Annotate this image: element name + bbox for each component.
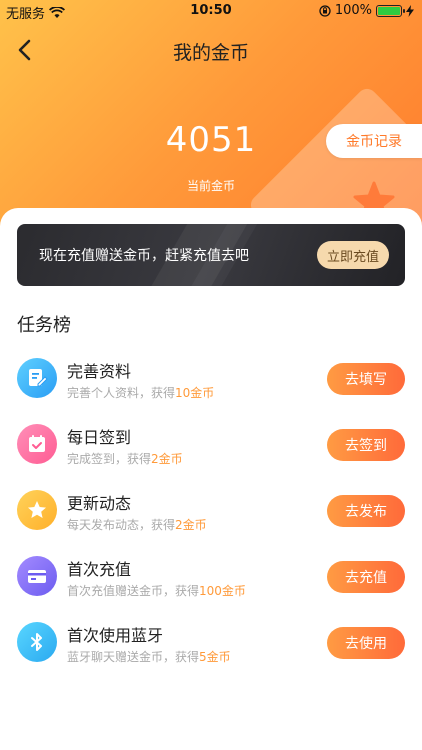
task-item: 首次使用蓝牙 蓝牙聊天赠送金币，获得5金币 去使用 (0, 610, 422, 676)
task-action-button[interactable]: 去充值 (327, 561, 405, 593)
task-name: 每日签到 (67, 428, 132, 447)
task-description: 完成签到，获得2金币 (67, 452, 183, 466)
charging-icon (406, 4, 414, 17)
banner-text: 现在充值赠送金币，赶紧充值去吧 (39, 248, 249, 264)
status-right: 100% (319, 3, 414, 18)
task-action-button[interactable]: 去使用 (327, 627, 405, 659)
task-section-title: 任务榜 (17, 315, 71, 336)
task-reward: 5金币 (199, 650, 231, 664)
battery-percent: 100% (334, 3, 372, 18)
nav-bar: 我的金币 (0, 28, 422, 72)
task-description: 蓝牙聊天赠送金币，获得5金币 (67, 650, 231, 664)
task-description: 首次充值赠送金币，获得100金币 (67, 584, 246, 598)
calendar-check-icon (17, 424, 57, 464)
task-item: 首次充值 首次充值赠送金币，获得100金币 去充值 (0, 544, 422, 610)
task-reward: 2金币 (175, 518, 207, 532)
task-action-button[interactable]: 去签到 (327, 429, 405, 461)
task-list: 完善资料 完善个人资料，获得10金币 去填写 每日签到 完成签到，获得2金币 去… (0, 346, 422, 676)
task-item: 每日签到 完成签到，获得2金币 去签到 (0, 412, 422, 478)
task-name: 首次充值 (67, 560, 132, 579)
task-name: 首次使用蓝牙 (67, 626, 164, 645)
task-item: 更新动态 每天发布动态，获得2金币 去发布 (0, 478, 422, 544)
task-action-button[interactable]: 去填写 (327, 363, 405, 395)
task-reward: 2金币 (151, 452, 183, 466)
recharge-now-button[interactable]: 立即充值 (317, 241, 389, 269)
task-reward: 10金币 (175, 386, 215, 400)
battery-icon (376, 4, 405, 17)
task-description: 每天发布动态，获得2金币 (67, 518, 207, 532)
card-icon (17, 556, 57, 596)
recharge-banner[interactable]: 现在充值赠送金币，赶紧充值去吧 立即充值 (17, 224, 405, 286)
task-item: 完善资料 完善个人资料，获得10金币 去填写 (0, 346, 422, 412)
task-reward: 100金币 (199, 584, 246, 598)
task-action-button[interactable]: 去发布 (327, 495, 405, 527)
coin-record-button[interactable]: 金币记录 (326, 124, 422, 158)
page-title: 我的金币 (172, 42, 249, 64)
bluetooth-icon (17, 622, 57, 662)
star-icon (17, 490, 57, 530)
task-name: 更新动态 (67, 494, 132, 513)
task-name: 完善资料 (67, 362, 132, 381)
coin-label: 当前金币 (186, 179, 235, 193)
main-content: 现在充值赠送金币，赶紧充值去吧 立即充值 任务榜 完善资料 完善个人资料，获得1… (0, 208, 422, 750)
task-description: 完善个人资料，获得10金币 (67, 386, 215, 400)
orientation-lock-icon (319, 4, 331, 17)
status-bar: 无服务 10:50 100% (0, 0, 422, 22)
profile-edit-icon (17, 358, 57, 398)
